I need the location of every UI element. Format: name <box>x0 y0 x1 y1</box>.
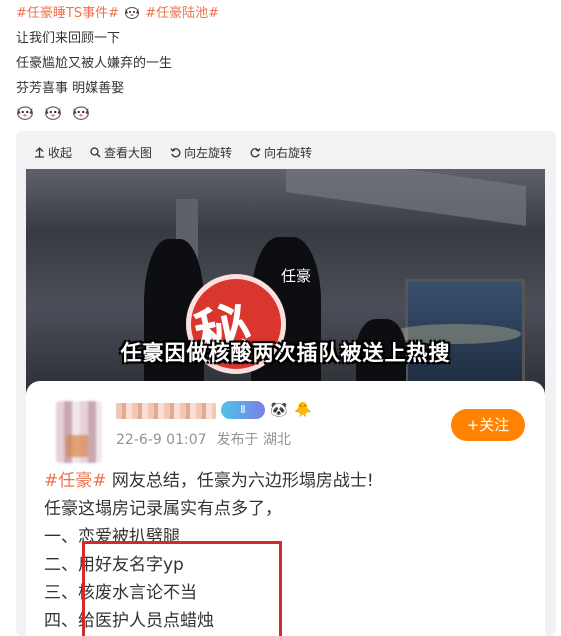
user-badges: Ⅱ 🐼 🐥 <box>221 401 313 419</box>
highlight-box <box>82 541 282 636</box>
rotate-right-label: 向右旋转 <box>264 145 313 160</box>
post-tags: #任豪睡TS事件# #任豪陆池# <box>16 4 546 24</box>
dog-emoji-icon <box>45 106 61 120</box>
rotate-left-button[interactable]: 向左旋转 <box>170 143 232 161</box>
chick-icon: 🐥 <box>294 402 312 418</box>
video-frame: 任豪 秘 任豪因做核酸两次插队被送上热搜 <box>26 169 545 399</box>
post-location: 发布于 湖北 <box>216 432 291 448</box>
post-text: #任豪睡TS事件# #任豪陆池# 让我们来回顾一下 任豪尴尬又被人嫌弃的一生 芬… <box>16 4 546 124</box>
post-date: 22-6-9 01:07 <box>116 432 207 448</box>
level-badge: Ⅱ <box>221 401 265 419</box>
card-text-1: 网友总结，任豪为六边形塌房战士! <box>111 471 374 491</box>
rotate-left-label: 向左旋转 <box>184 145 233 160</box>
up-arrow-icon <box>35 146 44 158</box>
emoji-row <box>16 104 546 124</box>
follow-button[interactable]: +关注 <box>451 409 525 441</box>
avatar <box>56 401 102 463</box>
view-large-label: 查看大图 <box>104 145 153 160</box>
card-line-2: 任豪这塌房记录属实有点多了， <box>44 499 282 519</box>
embedded-weibo-card: Ⅱ 🐼 🐥 22-6-9 01:07 发布于 湖北 +关注 #任豪# 网友总结，任… <box>26 381 545 636</box>
rotate-right-button[interactable]: 向右旋转 <box>250 143 312 161</box>
post-meta: 22-6-9 01:07 发布于 湖北 <box>116 429 291 449</box>
view-large-button[interactable]: 查看大图 <box>90 143 152 161</box>
blurred-username <box>116 403 216 419</box>
collapse-label: 收起 <box>48 145 73 160</box>
panda-icon: 🐼 <box>270 402 288 418</box>
dog-emoji-icon <box>73 106 90 120</box>
dog-emoji-icon <box>125 7 140 19</box>
post-line-3: 芬芳喜事 明媒善娶 <box>16 81 125 96</box>
dog-emoji-icon <box>17 106 33 120</box>
card-topic-tag: #任豪# <box>44 471 107 491</box>
topic-tag-2[interactable]: #任豪陆池# <box>145 6 219 21</box>
post-line-2: 任豪尴尬又被人嫌弃的一生 <box>16 56 173 71</box>
rotate-left-icon <box>170 147 181 157</box>
media-viewer: 收起 查看大图 向左旋转 向右旋转 任豪 秘 任豪因做核酸两次插队被送上热搜 Ⅱ… <box>16 131 556 636</box>
post-image[interactable]: 任豪 秘 任豪因做核酸两次插队被送上热搜 Ⅱ 🐼 🐥 22-6-9 01:07 发… <box>26 169 545 636</box>
card-line-1: #任豪# 网友总结，任豪为六边形塌房战士! <box>44 467 534 495</box>
search-icon <box>90 146 101 157</box>
topic-tag-1[interactable]: #任豪睡TS事件# <box>16 6 119 21</box>
name-caption: 任豪 <box>281 267 312 285</box>
image-headline: 任豪因做核酸两次插队被送上热搜 <box>120 341 451 365</box>
post-line-1: 让我们来回顾一下 <box>16 31 121 46</box>
rotate-right-icon <box>250 147 261 157</box>
media-toolbar: 收起 查看大图 向左旋转 向右旋转 <box>34 143 312 161</box>
collapse-button[interactable]: 收起 <box>34 143 72 161</box>
